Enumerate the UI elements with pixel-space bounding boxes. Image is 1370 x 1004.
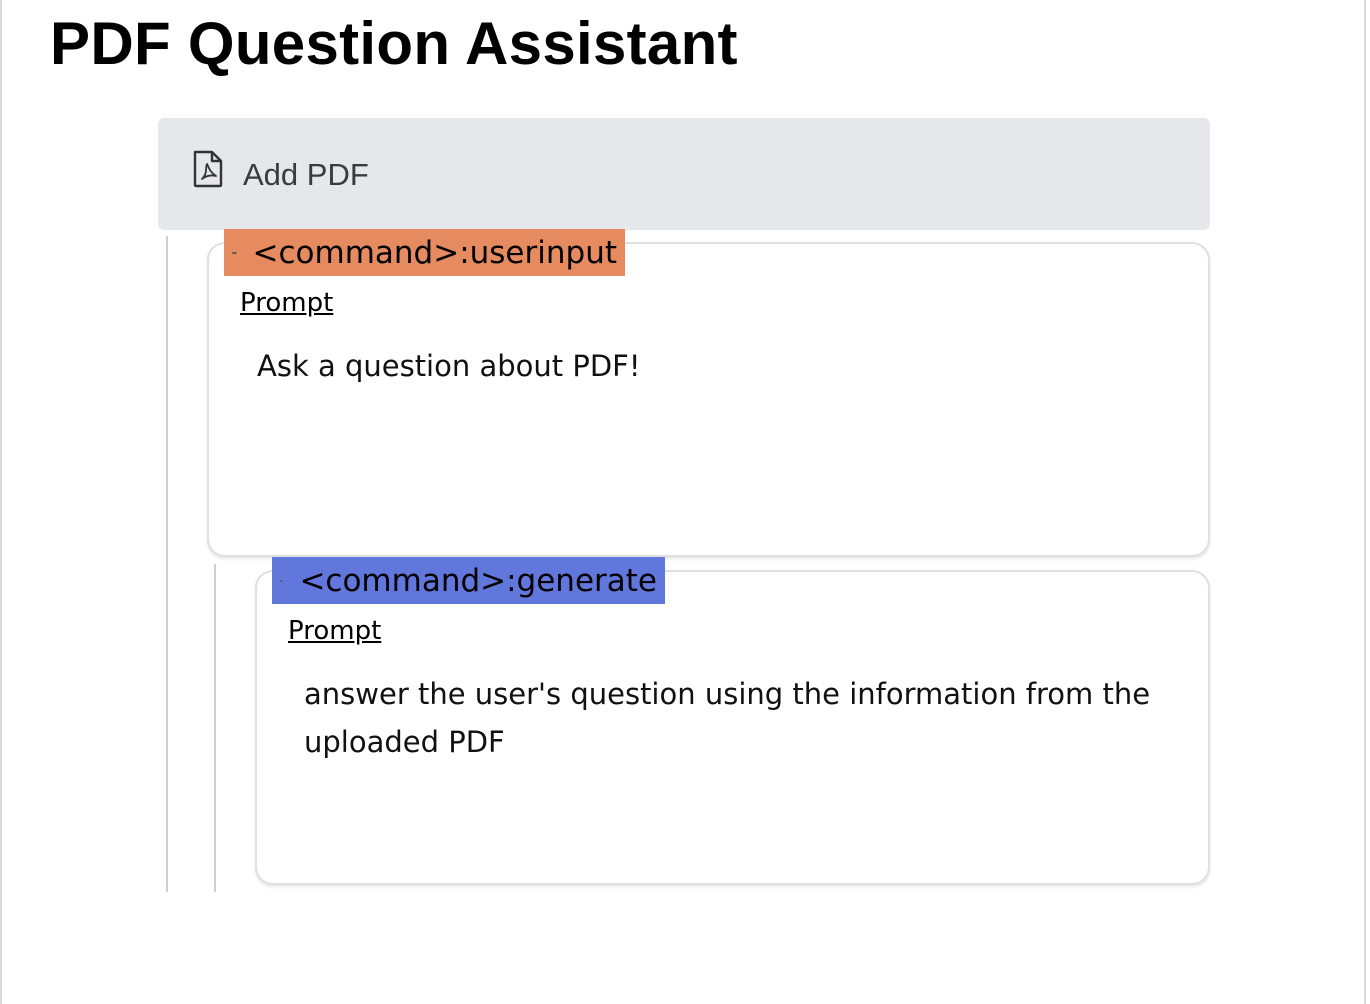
prompt-label: Prompt	[240, 288, 334, 318]
command-card-userinput[interactable]: Prompt Ask a question about PDF!	[207, 242, 1210, 557]
add-pdf-button[interactable]: Add PDF	[158, 118, 1210, 230]
eye-icon[interactable]	[280, 570, 284, 592]
command-badge-label: <command>:generate	[299, 562, 657, 599]
tree-line-outer	[166, 236, 168, 892]
command-badge-label: <command>:userinput	[252, 234, 617, 271]
tree-line-inner	[214, 564, 216, 892]
prompt-label: Prompt	[288, 616, 382, 646]
page-title: PDF Question Assistant	[50, 10, 738, 77]
add-pdf-label: Add PDF	[243, 157, 369, 192]
prompt-text[interactable]: Ask a question about PDF!	[257, 342, 1157, 390]
pdf-file-icon	[193, 150, 223, 188]
command-card-generate[interactable]: Prompt answer the user's question using …	[255, 570, 1210, 885]
command-badge-generate: <command>:generate	[272, 557, 665, 604]
eye-icon[interactable]	[232, 242, 237, 264]
prompt-text[interactable]: answer the user's question using the inf…	[304, 670, 1174, 766]
command-badge-userinput: <command>:userinput	[224, 229, 625, 276]
